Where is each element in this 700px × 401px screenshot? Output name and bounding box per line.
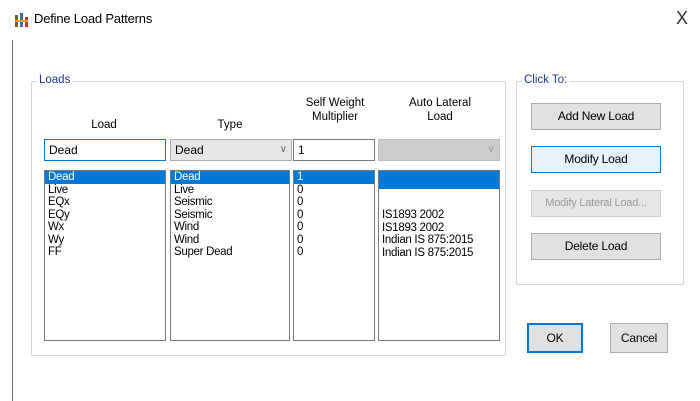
list-item[interactable] [379, 259, 499, 272]
modify-load-button[interactable]: Modify Load [531, 146, 661, 173]
list-item[interactable]: 0 [294, 184, 374, 197]
load-type-value: Dead [175, 143, 204, 157]
ok-button[interactable]: OK [527, 323, 583, 353]
etabs-app-icon [15, 13, 28, 27]
list-item[interactable]: Indian IS 875:2015 [379, 234, 499, 247]
loads-group-label: Loads [37, 74, 73, 86]
list-item[interactable]: Seismic [171, 209, 289, 222]
list-item[interactable]: FF [45, 246, 165, 259]
list-item[interactable]: 0 [294, 196, 374, 209]
auto-lateral-column-header: Auto Lateral Load [408, 97, 471, 123]
list-item[interactable]: Wy [45, 234, 165, 247]
list-item[interactable]: Live [45, 184, 165, 197]
list-item[interactable]: Indian IS 875:2015 [379, 247, 499, 260]
list-item[interactable]: 0 [294, 234, 374, 247]
auto-lateral-dropdown: ∨ [378, 139, 500, 161]
load-type-list[interactable]: Dead Live Seismic Seismic Wind Wind Supe… [170, 170, 290, 341]
title-bar: Define Load Patterns X [0, 0, 700, 40]
load-type-dropdown[interactable]: Dead ∨ [170, 139, 292, 161]
list-item[interactable]: Wx [45, 221, 165, 234]
list-item[interactable] [379, 171, 499, 189]
list-item[interactable]: IS1893 2002 [379, 209, 499, 222]
list-item[interactable]: Seismic [171, 196, 289, 209]
list-item[interactable]: EQx [45, 196, 165, 209]
type-column-header: Type [217, 119, 243, 131]
load-column-header: Load [91, 119, 117, 131]
list-item[interactable]: 1 [294, 171, 374, 184]
chevron-down-icon: ∨ [487, 144, 495, 155]
list-item[interactable]: Wind [171, 234, 289, 247]
self-weight-multiplier-input[interactable]: 1 [293, 139, 375, 161]
list-item[interactable]: 0 [294, 209, 374, 222]
delete-load-button[interactable]: Delete Load [531, 233, 661, 260]
list-item[interactable]: Dead [45, 171, 165, 184]
load-name-list[interactable]: Dead Live EQx EQy Wx Wy FF [44, 170, 166, 341]
cancel-button[interactable]: Cancel [610, 323, 668, 353]
list-item[interactable]: Live [171, 184, 289, 197]
list-item[interactable]: 0 [294, 246, 374, 259]
list-item[interactable]: 0 [294, 221, 374, 234]
close-icon[interactable]: X [676, 8, 688, 29]
load-name-input[interactable]: Dead [44, 139, 166, 161]
self-weight-list[interactable]: 1 0 0 0 0 0 0 [293, 170, 375, 341]
dialog-title: Define Load Patterns [34, 11, 153, 26]
modify-lateral-load-button: Modify Lateral Load... [531, 190, 661, 217]
list-item[interactable]: Wind [171, 221, 289, 234]
list-item[interactable] [379, 189, 499, 209]
self-weight-column-header: Self Weight Multiplier [305, 97, 365, 123]
chevron-down-icon: ∨ [279, 144, 287, 155]
click-to-group-label: Click To: [522, 74, 570, 86]
add-new-load-button[interactable]: Add New Load [531, 103, 661, 130]
list-item[interactable]: IS1893 2002 [379, 222, 499, 235]
list-item[interactable]: Super Dead [171, 246, 289, 259]
auto-lateral-list[interactable]: IS1893 2002 IS1893 2002 Indian IS 875:20… [378, 170, 500, 341]
list-item[interactable]: EQy [45, 209, 165, 222]
list-item[interactable]: Dead [171, 171, 289, 184]
